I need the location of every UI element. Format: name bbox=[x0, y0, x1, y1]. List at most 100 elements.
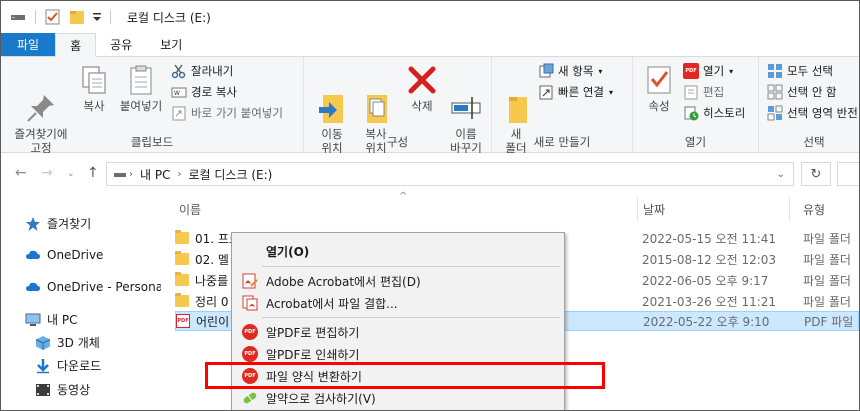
sort-ascending-icon: ^ bbox=[399, 191, 408, 202]
refresh-icon: ↻ bbox=[810, 166, 822, 182]
folder-icon bbox=[175, 251, 189, 265]
select-group: 모두 선택 선택 안 함 선택 영역 반전 선택 bbox=[759, 57, 859, 153]
cloud-icon bbox=[25, 279, 41, 295]
tab-file[interactable]: 파일 bbox=[1, 33, 56, 56]
dropdown-arrow-icon: ▾ bbox=[598, 66, 603, 76]
properties-check-icon[interactable] bbox=[44, 8, 62, 26]
divider bbox=[35, 10, 36, 24]
paste-icon bbox=[124, 63, 158, 97]
sidebar-item-this-pc[interactable]: 내 PC bbox=[25, 311, 77, 328]
new-item-button[interactable]: 새 항목 ▾ bbox=[538, 61, 602, 81]
cut-button[interactable]: 잘라내기 bbox=[171, 61, 233, 81]
acrobat-combine-icon bbox=[242, 295, 258, 311]
tab-home[interactable]: 홈 bbox=[55, 33, 97, 57]
breadcrumb-this-pc[interactable]: 내 PC bbox=[140, 166, 170, 183]
dropdown-arrow-icon: ▾ bbox=[608, 87, 613, 97]
easy-access-button[interactable]: 빠른 연결 ▾ bbox=[538, 82, 613, 102]
sidebar-item-onedrive[interactable]: OneDrive bbox=[25, 247, 103, 263]
edit-icon bbox=[683, 84, 699, 100]
column-divider bbox=[637, 197, 638, 221]
ribbon: 즐겨찾기에 고정 복사 붙여넣기 잘라내기 W 경로 복사 바로 가기 붙여넣기… bbox=[1, 57, 859, 155]
chevron-right-icon: › bbox=[177, 168, 182, 180]
quick-access-toolbar bbox=[9, 8, 119, 26]
copy-icon bbox=[77, 63, 111, 97]
up-arrow-icon[interactable]: ↑ bbox=[87, 165, 99, 181]
folder-icon bbox=[175, 272, 189, 286]
alpdf-icon: PDF bbox=[242, 346, 258, 362]
delete-x-icon bbox=[405, 63, 439, 97]
group-label-clipboard: 클립보드 bbox=[130, 135, 174, 149]
menu-item-alpdf-edit[interactable]: PDF 알PDF로 편집하기 bbox=[232, 321, 564, 343]
drive-icon[interactable] bbox=[9, 8, 27, 26]
copy-path-button[interactable]: W 경로 복사 bbox=[171, 82, 237, 102]
properties-button[interactable]: 속성 bbox=[639, 61, 679, 113]
back-arrow-icon[interactable]: ← bbox=[15, 165, 27, 181]
group-label-select: 선택 bbox=[803, 135, 825, 149]
folder-icon bbox=[175, 230, 189, 244]
group-label-organize: 구성 bbox=[386, 135, 409, 149]
menu-item-acrobat-edit[interactable]: Adobe Acrobat에서 편집(D) bbox=[232, 270, 564, 292]
select-none-icon bbox=[767, 84, 783, 100]
search-input[interactable] bbox=[837, 162, 859, 186]
address-dropdown-icon[interactable]: ⌄ bbox=[777, 169, 785, 180]
invert-selection-button[interactable]: 선택 영역 반전 bbox=[767, 103, 858, 123]
column-header-type[interactable]: 유형 bbox=[803, 201, 825, 218]
properties-icon bbox=[642, 63, 676, 97]
new-folder-icon[interactable] bbox=[68, 8, 86, 26]
shortcut-icon bbox=[171, 105, 187, 121]
paste-button[interactable]: 붙여넣기 bbox=[115, 61, 167, 113]
sidebar-item-downloads[interactable]: 다운로드 bbox=[35, 357, 101, 374]
pill-icon bbox=[242, 390, 258, 406]
forward-arrow-icon[interactable]: → bbox=[41, 165, 53, 181]
sidebar-item-videos[interactable]: 동영상 bbox=[35, 381, 90, 398]
copy-button[interactable]: 복사 bbox=[75, 61, 113, 113]
paste-shortcut-button[interactable]: 바로 가기 붙여넣기 bbox=[171, 103, 283, 123]
menu-divider bbox=[262, 317, 560, 318]
rename-icon bbox=[449, 77, 483, 119]
select-none-button[interactable]: 선택 안 함 bbox=[767, 82, 837, 102]
clipboard-group: 즐겨찾기에 고정 복사 붙여넣기 잘라내기 W 경로 복사 바로 가기 붙여넣기… bbox=[1, 57, 304, 155]
open-button[interactable]: PDF 열기 ▾ bbox=[683, 61, 733, 81]
refresh-button[interactable]: ↻ bbox=[801, 162, 831, 186]
menu-item-acrobat-combine[interactable]: Acrobat에서 파일 결합... bbox=[232, 292, 564, 314]
address-bar[interactable]: › 내 PC › 로컬 디스크 (E:) ⌄ bbox=[106, 162, 794, 186]
svg-text:W: W bbox=[174, 90, 180, 97]
pdf-file-icon: PDF bbox=[176, 314, 190, 328]
breadcrumb-local-disk[interactable]: 로컬 디스크 (E:) bbox=[188, 166, 272, 183]
explorer-window: 로컬 디스크 (E:) 파일 홈 공유 보기 즐겨찾기에 고정 복사 붙여넣기 … bbox=[0, 0, 860, 411]
column-header-name[interactable]: 이름 bbox=[179, 201, 201, 218]
window-title: 로컬 디스크 (E:) bbox=[127, 10, 211, 25]
menu-item-alyac-scan[interactable]: 알약으로 검사하기(V) bbox=[232, 387, 564, 409]
new-group: 새 폴더 새 항목 ▾ 빠른 연결 ▾ 새로 만들기 bbox=[492, 57, 633, 155]
invert-selection-icon bbox=[767, 105, 783, 121]
new-folder-big-icon bbox=[499, 77, 533, 123]
folder-icon bbox=[175, 293, 189, 307]
sidebar-item-3d-objects[interactable]: 3D 개체 bbox=[35, 334, 100, 351]
pin-icon bbox=[24, 77, 58, 122]
chevron-right-icon: › bbox=[129, 168, 133, 180]
copy-folder-icon bbox=[359, 77, 393, 123]
sidebar-item-onedrive-personal[interactable]: OneDrive - Personal bbox=[25, 279, 166, 295]
download-icon bbox=[35, 358, 51, 374]
video-icon bbox=[35, 382, 51, 398]
customize-dropdown-icon[interactable] bbox=[92, 8, 102, 26]
computer-icon bbox=[25, 312, 41, 328]
edit-button[interactable]: 편집 bbox=[683, 82, 724, 102]
menu-item-open[interactable]: 열기(O) bbox=[232, 240, 564, 262]
column-header-date[interactable]: 날짜 bbox=[643, 201, 665, 218]
organize-group: 이동 위치 복사 위치 삭제 이름 바꾸기 구성 bbox=[304, 57, 492, 155]
pdf-icon: PDF bbox=[683, 63, 699, 79]
group-label-new: 새로 만들기 bbox=[533, 135, 591, 149]
select-all-button[interactable]: 모두 선택 bbox=[767, 61, 833, 81]
menu-divider bbox=[262, 266, 560, 267]
recent-dropdown-icon[interactable]: ⌄ bbox=[67, 169, 75, 179]
history-icon bbox=[683, 105, 699, 121]
tab-view[interactable]: 보기 bbox=[146, 33, 196, 56]
scissors-icon bbox=[171, 63, 187, 79]
sidebar-item-quick-access[interactable]: 즐겨찾기 bbox=[25, 215, 91, 232]
ribbon-tabs: 파일 홈 공유 보기 bbox=[1, 33, 859, 57]
history-button[interactable]: 히스토리 bbox=[683, 103, 745, 123]
select-all-icon bbox=[767, 63, 783, 79]
tab-share[interactable]: 공유 bbox=[96, 33, 146, 56]
delete-button[interactable]: 삭제 bbox=[402, 61, 442, 113]
